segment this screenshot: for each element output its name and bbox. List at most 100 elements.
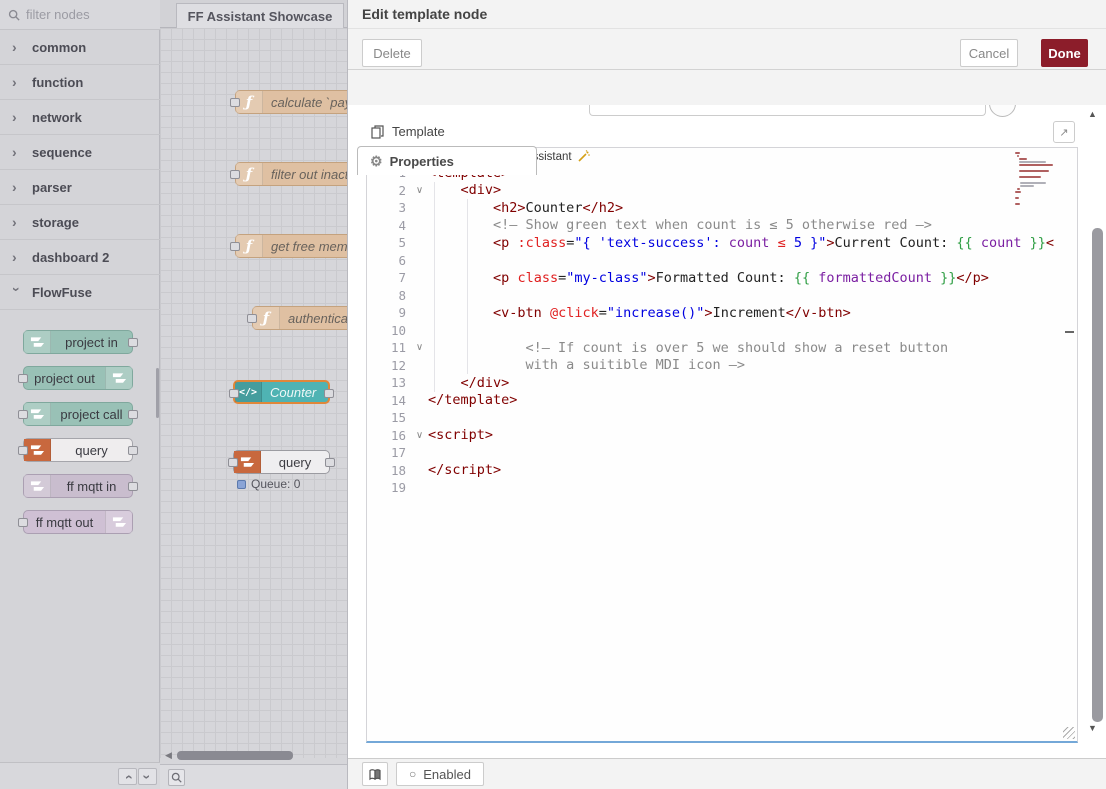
code-line-12[interactable]: 12 with a suitible MDI icon —> bbox=[367, 357, 1077, 375]
delete-button[interactable]: Delete bbox=[362, 39, 422, 67]
code-line-5[interactable]: 5 <p :class="{ 'text-success': count ≤ 5… bbox=[367, 234, 1077, 252]
output-port[interactable] bbox=[128, 410, 138, 419]
code-line-4[interactable]: 4 <!— Show green text when count is ≤ 5 … bbox=[367, 217, 1077, 235]
code-line-9[interactable]: 9 <v-btn @click="increase()">Increment</… bbox=[367, 304, 1077, 322]
flow-node-authenticateU[interactable]: ƒ authenticateU bbox=[252, 306, 347, 330]
docs-button[interactable] bbox=[362, 762, 388, 786]
output-port[interactable] bbox=[128, 482, 138, 491]
scrolled-input-edge[interactable] bbox=[589, 105, 986, 116]
palette-node-project-in[interactable]: project in bbox=[23, 330, 133, 354]
scroll-up-icon[interactable]: ▲ bbox=[1088, 109, 1097, 119]
input-port[interactable] bbox=[230, 98, 240, 107]
code-editor[interactable]: Ask the FlowFuse Assistant 1∨<template>2… bbox=[366, 147, 1078, 743]
code-line-14[interactable]: 14</template> bbox=[367, 392, 1077, 410]
palette-node-ff-mqtt-out[interactable]: ff mqtt out bbox=[23, 510, 133, 534]
fold-arrow-icon[interactable]: ∨ bbox=[411, 342, 428, 353]
input-port[interactable] bbox=[230, 242, 240, 251]
code-line-6[interactable]: 6 bbox=[367, 252, 1077, 270]
flowfuse-icon bbox=[30, 444, 45, 456]
code-text: </script> bbox=[428, 462, 501, 478]
flow-node-get-free-memo[interactable]: ƒ get free memo bbox=[235, 234, 347, 258]
input-port[interactable] bbox=[18, 374, 28, 383]
expand-editor-button[interactable]: ↗ bbox=[1053, 121, 1075, 143]
resize-grip[interactable] bbox=[1063, 727, 1075, 739]
minimap-line bbox=[1019, 170, 1050, 172]
code-line-18[interactable]: 18</script> bbox=[367, 462, 1077, 480]
code-line-16[interactable]: 16∨<script> bbox=[367, 427, 1077, 445]
collapse-all-button[interactable]: › bbox=[118, 768, 137, 785]
code-line-8[interactable]: 8 bbox=[367, 287, 1077, 305]
scroll-down-icon[interactable]: ▼ bbox=[1088, 723, 1097, 733]
node-palette: filter nodes ›common›function›network›se… bbox=[0, 0, 160, 789]
category-label: dashboard 2 bbox=[32, 250, 109, 265]
scroll-left-icon[interactable]: ◀ bbox=[165, 750, 172, 761]
editor-minimap[interactable] bbox=[1015, 152, 1055, 209]
code-line-19[interactable]: 19 bbox=[367, 479, 1077, 497]
code-text: <script> bbox=[428, 427, 493, 443]
palette-category-network[interactable]: ›network bbox=[0, 100, 160, 135]
edit-template-dialog: Edit template node Delete Cancel Done ⚙ … bbox=[347, 0, 1106, 789]
flow-node-filter-out-inacti[interactable]: ƒ filter out inacti bbox=[235, 162, 347, 186]
flow-node-Counter[interactable]: </> Counter bbox=[233, 380, 330, 404]
input-port[interactable] bbox=[229, 389, 239, 398]
input-port[interactable] bbox=[247, 314, 257, 323]
input-port[interactable] bbox=[18, 518, 28, 527]
chevron-right-icon: › bbox=[12, 109, 22, 125]
flow-workspace[interactable]: FF Assistant Showcase ƒ calculate `pay ƒ … bbox=[160, 0, 347, 789]
flowfuse-icon bbox=[240, 456, 255, 468]
palette-node-query[interactable]: query bbox=[23, 438, 133, 462]
cancel-button[interactable]: Cancel bbox=[960, 39, 1018, 67]
code-lines[interactable]: 1∨<template>2∨ <div>3 <h2>Counter</h2>4 … bbox=[367, 164, 1077, 497]
input-port[interactable] bbox=[228, 458, 238, 467]
output-port[interactable] bbox=[325, 458, 335, 467]
palette-search-placeholder: filter nodes bbox=[26, 7, 90, 22]
expand-all-button[interactable]: › bbox=[138, 768, 157, 785]
node-icon-box: ƒ bbox=[253, 307, 280, 329]
enabled-toggle-button[interactable]: ○ Enabled bbox=[396, 762, 484, 786]
code-line-3[interactable]: 3 <h2>Counter</h2> bbox=[367, 199, 1077, 217]
done-button[interactable]: Done bbox=[1041, 39, 1088, 67]
fold-arrow-icon[interactable]: ∨ bbox=[411, 185, 428, 196]
palette-category-sequence[interactable]: ›sequence bbox=[0, 135, 160, 170]
tab-properties[interactable]: ⚙ Properties bbox=[357, 146, 537, 175]
palette-category-storage[interactable]: ›storage bbox=[0, 205, 160, 240]
minimap-line bbox=[1019, 176, 1041, 178]
input-port[interactable] bbox=[18, 410, 28, 419]
palette-scrollbar[interactable] bbox=[156, 368, 159, 418]
palette-search[interactable]: filter nodes bbox=[0, 0, 160, 30]
minimap-line bbox=[1015, 197, 1019, 199]
scrolled-round-button[interactable] bbox=[989, 105, 1016, 117]
zoom-search-button[interactable] bbox=[168, 769, 185, 786]
palette-node-ff-mqtt-in[interactable]: ff mqtt in bbox=[23, 474, 133, 498]
code-line-11[interactable]: 11∨ <!— If count is over 5 we should sho… bbox=[367, 339, 1077, 357]
dialog-tabbar: ⚙ Properties ⚙ bbox=[348, 70, 1106, 105]
minimap-line bbox=[1019, 161, 1046, 163]
flow-tab[interactable]: FF Assistant Showcase bbox=[176, 3, 344, 28]
code-line-15[interactable]: 15 bbox=[367, 409, 1077, 427]
palette-category-function[interactable]: ›function bbox=[0, 65, 160, 100]
input-port[interactable] bbox=[18, 446, 28, 455]
code-line-17[interactable]: 17 bbox=[367, 444, 1077, 462]
output-port[interactable] bbox=[128, 446, 138, 455]
vertical-scrollbar[interactable] bbox=[1092, 228, 1103, 722]
code-line-7[interactable]: 7 <p class="my-class">Formatted Count: {… bbox=[367, 269, 1077, 287]
minimap-line bbox=[1019, 164, 1053, 166]
palette-node-project-call[interactable]: project call bbox=[23, 402, 133, 426]
palette-node-project-out[interactable]: project out bbox=[23, 366, 133, 390]
input-port[interactable] bbox=[230, 170, 240, 179]
code-line-2[interactable]: 2∨ <div> bbox=[367, 182, 1077, 200]
palette-category-dashboard-2[interactable]: ›dashboard 2 bbox=[0, 240, 160, 275]
palette-category-FlowFuse[interactable]: ›FlowFuse bbox=[0, 275, 160, 310]
output-port[interactable] bbox=[128, 338, 138, 347]
palette-category-common[interactable]: ›common bbox=[0, 30, 160, 65]
fold-arrow-icon[interactable]: ∨ bbox=[411, 430, 428, 441]
flow-node-calculate-pay[interactable]: ƒ calculate `pay bbox=[235, 90, 347, 114]
horizontal-scrollbar[interactable] bbox=[177, 751, 293, 760]
output-port[interactable] bbox=[324, 389, 334, 398]
palette-node-label: project out bbox=[24, 367, 105, 389]
category-label: storage bbox=[32, 215, 79, 230]
code-line-10[interactable]: 10 bbox=[367, 322, 1077, 340]
palette-category-parser[interactable]: ›parser bbox=[0, 170, 160, 205]
code-line-13[interactable]: 13 </div> bbox=[367, 374, 1077, 392]
flow-node-query[interactable]: query bbox=[233, 450, 330, 474]
